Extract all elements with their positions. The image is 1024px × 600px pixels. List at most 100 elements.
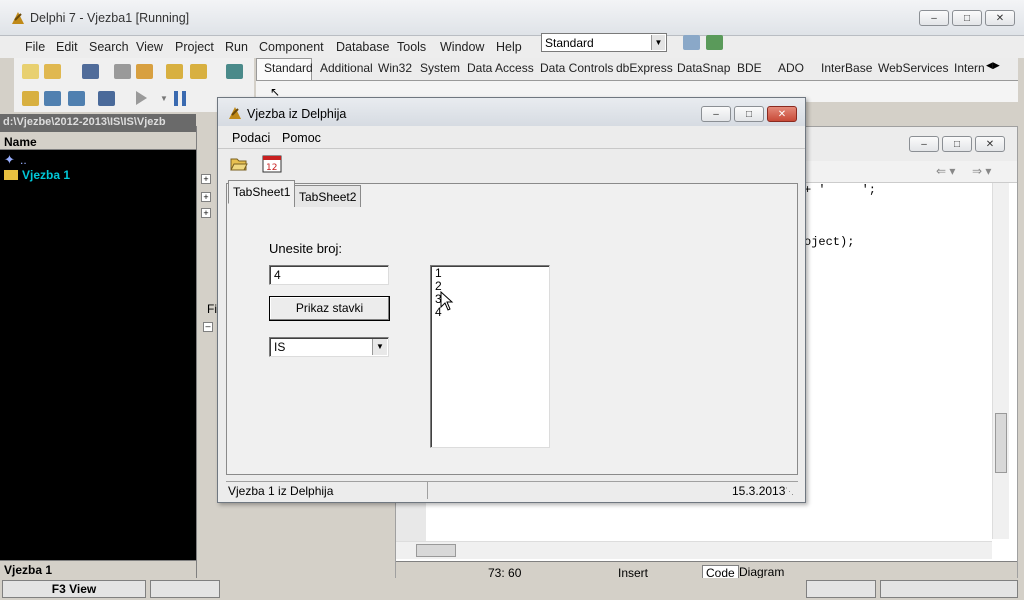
toggle-form-unit-icon[interactable]	[68, 91, 85, 106]
palette-tab-standard[interactable]: Standard	[264, 61, 313, 75]
open-project-icon[interactable]	[136, 64, 153, 79]
collapse-icon[interactable]: –	[203, 322, 213, 332]
save-desktop-icon[interactable]	[683, 35, 700, 50]
menu-podaci[interactable]: Podaci	[232, 131, 270, 145]
expand-icon[interactable]: +	[201, 174, 211, 184]
expand-icon[interactable]: +	[201, 192, 211, 202]
menu-file[interactable]: File	[25, 40, 45, 54]
palette-tab-bde[interactable]: BDE	[737, 61, 762, 75]
dialog-close-button[interactable]: ✕	[767, 106, 797, 122]
palette-tab-interbase[interactable]: InterBase	[821, 61, 872, 75]
editor-minimize-button[interactable]: –	[909, 136, 939, 152]
back-arrow-icon[interactable]: ⇐ ▾	[936, 164, 955, 178]
status-panel-date: 15.3.2013	[732, 484, 786, 498]
new-form-icon[interactable]	[98, 91, 115, 106]
chevron-down-icon[interactable]: ▼	[160, 94, 168, 103]
pause-icon[interactable]	[174, 91, 186, 106]
palette-tab-datasnap[interactable]: DataSnap	[677, 61, 730, 75]
tree-column-header[interactable]: Name	[0, 132, 196, 150]
vjezba-dialog: Vjezba iz Delphija – □ ✕ Podaci Pomoc 12…	[217, 97, 806, 503]
menu-pomoc[interactable]: Pomoc	[282, 131, 321, 145]
menu-window[interactable]: Window	[440, 40, 484, 54]
desktop-layout-value: Standard	[545, 36, 594, 50]
menu-project[interactable]: Project	[175, 40, 214, 54]
dialog-minimize-button[interactable]: –	[701, 106, 731, 122]
chevron-down-icon[interactable]: ▼	[651, 35, 665, 50]
menu-component[interactable]: Component	[259, 40, 324, 54]
palette-tab-webservices[interactable]: WebServices	[878, 61, 948, 75]
code-line-1[interactable]: + ' ';	[804, 183, 876, 197]
fkey-button[interactable]	[806, 580, 876, 598]
help-contents-icon[interactable]	[226, 64, 243, 79]
remove-from-project-icon[interactable]	[190, 64, 207, 79]
editor-vscrollbar[interactable]	[992, 183, 1009, 539]
dialog-maximize-button[interactable]: □	[734, 106, 764, 122]
menu-search[interactable]: Search	[89, 40, 129, 54]
view-form-icon[interactable]	[44, 91, 61, 106]
view-unit-icon[interactable]	[22, 91, 39, 106]
code-line-2[interactable]: oject);	[804, 235, 854, 249]
palette-tab-dbexpress[interactable]: dbExpress	[616, 61, 673, 75]
list-item[interactable]: 1	[435, 267, 545, 280]
subject-combo[interactable]: IS ▼	[269, 337, 389, 357]
menu-view[interactable]: View	[136, 40, 163, 54]
delphi-app-icon	[229, 107, 241, 119]
f3-view-button[interactable]: F3 View	[2, 580, 146, 598]
run-icon[interactable]	[136, 91, 147, 105]
set-debug-desktop-icon[interactable]	[706, 35, 723, 50]
mouse-cursor-icon	[440, 291, 454, 311]
calendar-icon[interactable]: 12	[262, 155, 282, 173]
palette-tab-win32[interactable]: Win32	[378, 61, 412, 75]
desktop-layout-combo[interactable]: Standard ▼	[541, 33, 667, 52]
main-menubar: File Edit Search View Project Run Compon…	[0, 36, 1024, 58]
new-icon[interactable]	[22, 64, 39, 79]
main-titlebar: Delphi 7 - Vjezba1 [Running] – □ ✕	[0, 0, 1024, 36]
minimize-button[interactable]: –	[919, 10, 949, 26]
palette-tab-data-access[interactable]: Data Access	[467, 61, 534, 75]
project-tree[interactable]	[0, 132, 196, 562]
forward-arrow-icon[interactable]: ⇒ ▾	[972, 164, 991, 178]
fkey-button[interactable]	[150, 580, 220, 598]
tab-sheet-2[interactable]: TabSheet2	[294, 185, 362, 207]
dialog-titlebar: Vjezba iz Delphija – □ ✕	[218, 98, 805, 126]
maximize-button[interactable]: □	[952, 10, 982, 26]
save-icon[interactable]	[82, 64, 99, 79]
project-group-icon: ✦	[4, 152, 15, 167]
prikaz-stavki-button[interactable]: Prikaz stavki	[269, 296, 390, 321]
close-button[interactable]: ✕	[985, 10, 1015, 26]
editor-maximize-button[interactable]: □	[942, 136, 972, 152]
menu-database[interactable]: Database	[336, 40, 390, 54]
palette-tab-system[interactable]: System	[420, 61, 460, 75]
tree-project-item[interactable]: Vjezba 1	[22, 168, 70, 182]
editor-vscroll-thumb[interactable]	[995, 413, 1007, 473]
palette-scroll-arrows[interactable]: ◀▶	[986, 60, 1000, 71]
open-folder-icon[interactable]	[230, 156, 248, 172]
tab-sheet-1[interactable]: TabSheet1	[228, 180, 296, 204]
expand-icon[interactable]: +	[201, 208, 211, 218]
tab-diagram[interactable]: Diagram	[736, 565, 787, 579]
dialog-toolbar: 12	[218, 148, 805, 178]
chevron-down-icon[interactable]: ▼	[372, 339, 387, 355]
editor-hscrollbar[interactable]	[396, 541, 992, 559]
main-window-title: Delphi 7 - Vjezba1 [Running]	[30, 11, 190, 25]
dialog-statusbar: Vjezba 1 iz Delphija 15.3.2013 ⋱	[226, 481, 798, 499]
menu-help[interactable]: Help	[496, 40, 522, 54]
menu-edit[interactable]: Edit	[56, 40, 78, 54]
editor-hscroll-thumb[interactable]	[416, 544, 456, 557]
size-grip-icon[interactable]: ⋱	[785, 486, 794, 497]
status-panel-left: Vjezba 1 iz Delphija	[226, 482, 428, 499]
number-input[interactable]: 4	[269, 265, 389, 285]
save-all-icon[interactable]	[114, 64, 131, 79]
delphi-app-icon	[12, 12, 24, 24]
palette-tab-data-controls[interactable]: Data Controls	[540, 61, 613, 75]
fkey-button[interactable]	[880, 580, 1018, 598]
palette-tab-internet[interactable]: Intern	[954, 61, 985, 75]
menu-tools[interactable]: Tools	[397, 40, 426, 54]
editor-close-button[interactable]: ✕	[975, 136, 1005, 152]
tree-root-item[interactable]: ..	[20, 153, 27, 167]
menu-run[interactable]: Run	[225, 40, 248, 54]
open-icon[interactable]	[44, 64, 61, 79]
palette-tab-ado[interactable]: ADO	[778, 61, 804, 75]
add-to-project-icon[interactable]	[166, 64, 183, 79]
palette-tab-additional[interactable]: Additional	[320, 61, 373, 75]
